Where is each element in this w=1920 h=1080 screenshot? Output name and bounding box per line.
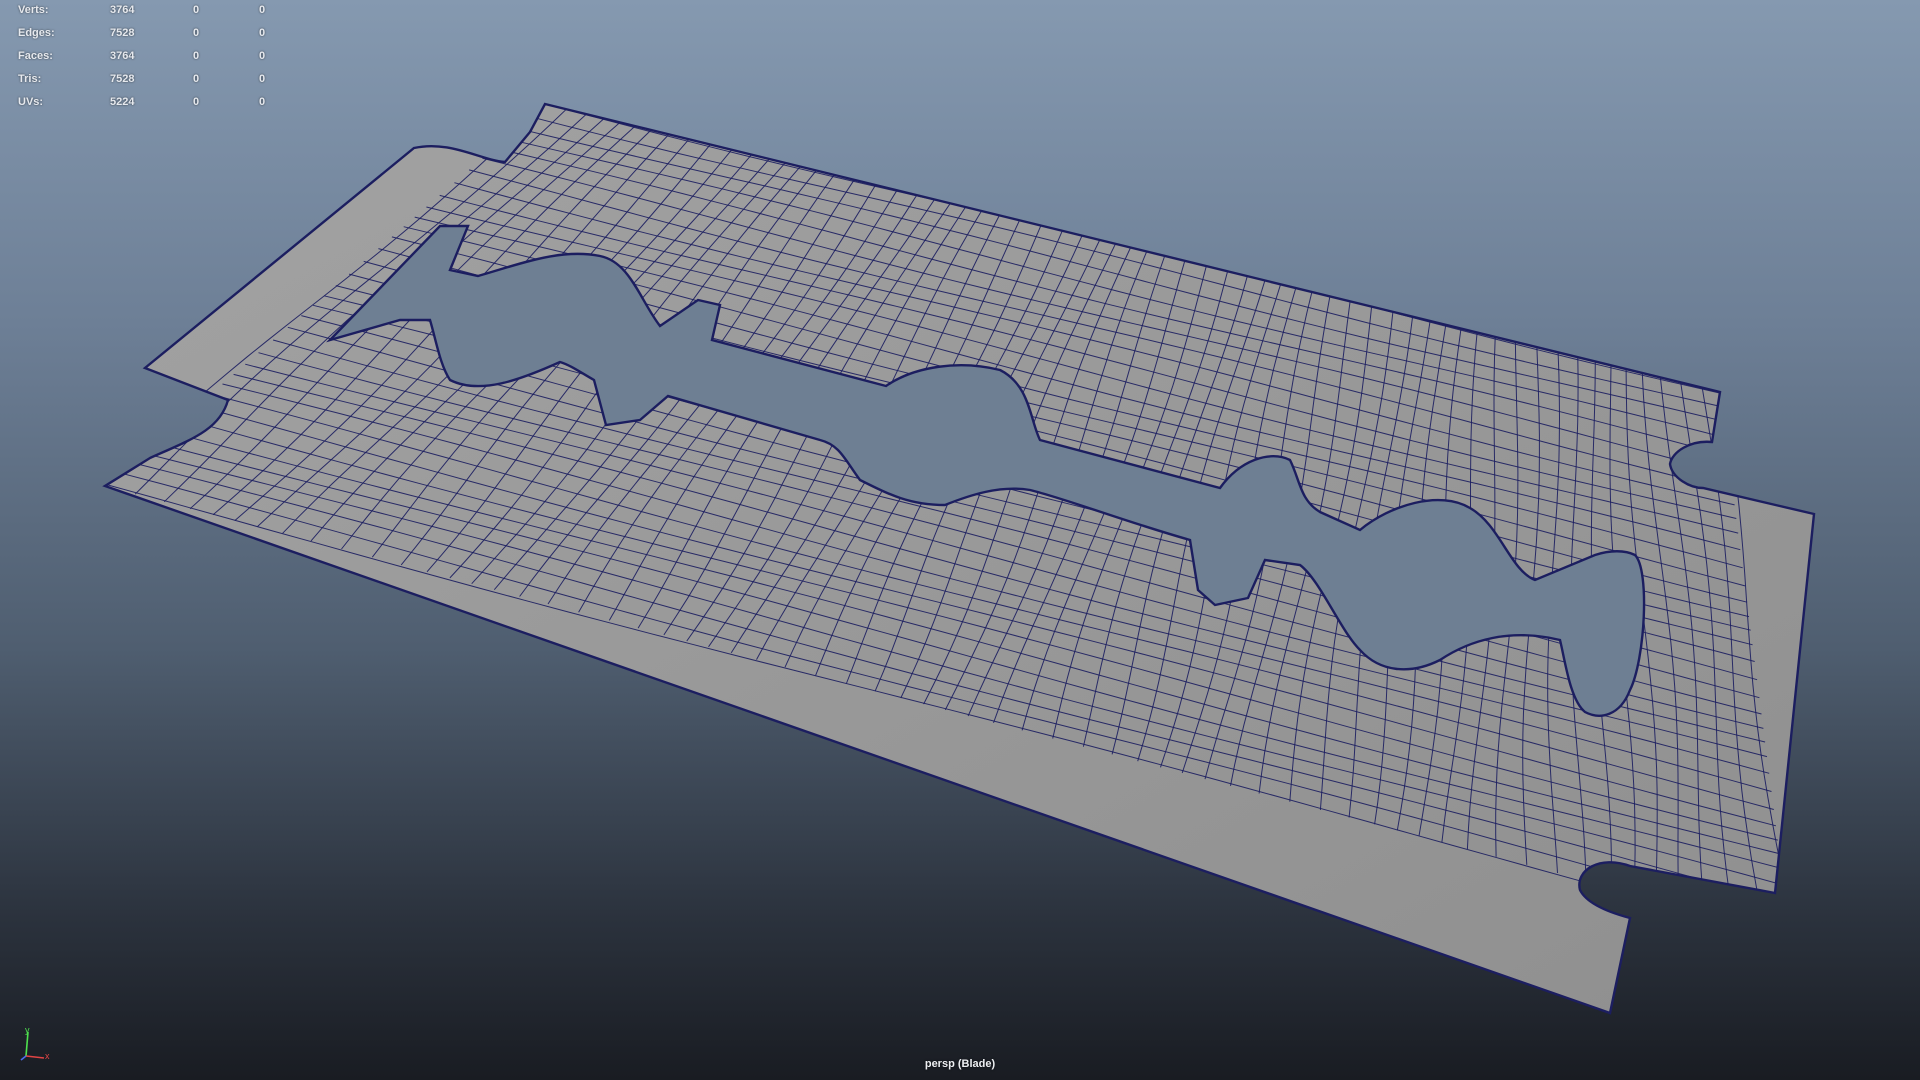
hud-label: Faces: bbox=[18, 50, 53, 62]
hud-uv-selected-count: 0 bbox=[259, 50, 266, 62]
y-axis-label: y bbox=[25, 1025, 30, 1035]
hud-total-count: 7528 bbox=[110, 73, 135, 85]
y-axis-line bbox=[25, 1031, 29, 1057]
hud-selected-count: 0 bbox=[193, 73, 200, 85]
perspective-viewport[interactable]: Verts: 3764 0 0 Edges: 7528 0 0 Faces: 3… bbox=[0, 0, 1920, 1080]
hud-total-count: 5224 bbox=[110, 96, 135, 108]
hud-label: Verts: bbox=[18, 4, 49, 16]
hud-selected-count: 0 bbox=[193, 4, 200, 16]
hud-total-count: 3764 bbox=[110, 50, 135, 62]
hud-label: Edges: bbox=[18, 27, 55, 39]
hud-selected-count: 0 bbox=[193, 27, 200, 39]
hud-uv-selected-count: 0 bbox=[259, 96, 266, 108]
hud-selected-count: 0 bbox=[193, 96, 200, 108]
razor-blade-mesh[interactable] bbox=[0, 0, 1920, 1080]
hud-uv-selected-count: 0 bbox=[259, 4, 266, 16]
hud-label: UVs: bbox=[18, 96, 44, 108]
hud-total-count: 3764 bbox=[110, 4, 135, 16]
hud-uv-selected-count: 0 bbox=[259, 73, 266, 85]
hud-label: Tris: bbox=[18, 73, 42, 85]
hud-uv-selected-count: 0 bbox=[259, 27, 266, 39]
camera-label: persp (Blade) bbox=[924, 1058, 996, 1070]
hud-selected-count: 0 bbox=[193, 50, 200, 62]
blade-surface bbox=[105, 104, 1814, 1013]
hud-total-count: 7528 bbox=[110, 27, 135, 39]
